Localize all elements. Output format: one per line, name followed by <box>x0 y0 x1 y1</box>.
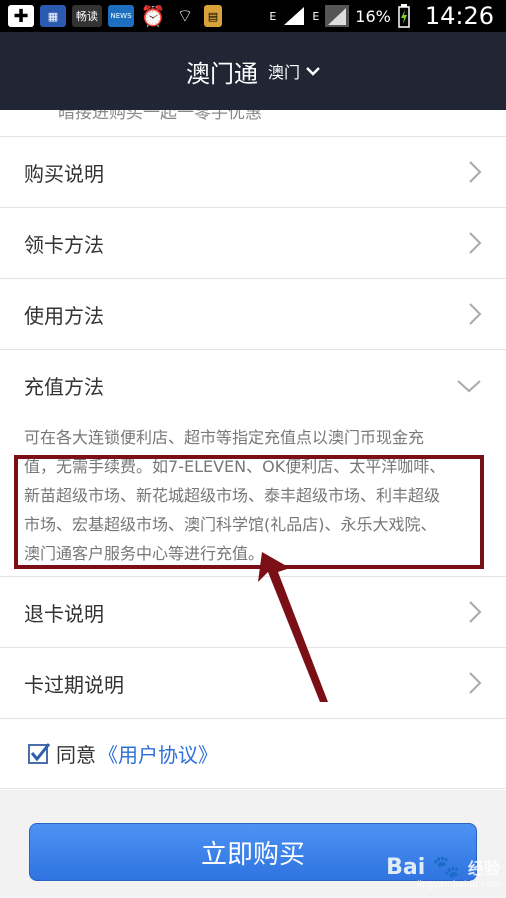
chevron-right-icon <box>469 303 482 325</box>
news-app-icon: NEWS <box>108 5 134 27</box>
page-title: 澳门通 <box>185 59 258 88</box>
row-usage[interactable]: 使用方法 <box>0 279 506 350</box>
row-label: 购买说明 <box>24 161 104 186</box>
status-bar: ✚ ▦ 畅读 NEWS ⏰ ⌔ ▤ E E 16% 14:26 <box>0 0 506 32</box>
partial-row-text: 暗接进购买一起一零手优惠 <box>58 110 262 123</box>
checkmark-icon <box>30 742 51 761</box>
watermark-brand: Bai <box>386 855 426 880</box>
watermark-url: jingyan.baidu.com <box>416 880 500 890</box>
row-label: 卡过期说明 <box>24 672 124 697</box>
chevron-right-icon <box>469 232 482 254</box>
recharge-description: 可在各大连锁便利店、超市等指定充值点以澳门币现金充 值，无需手续费。如7-ELE… <box>0 421 506 577</box>
signal-icon-1 <box>284 7 305 25</box>
network-type-2: E <box>312 9 320 23</box>
highlight-box <box>14 455 484 569</box>
battery-percent: 16% <box>355 6 391 26</box>
chevron-right-icon <box>469 601 482 623</box>
row-card-expiry[interactable]: 卡过期说明 <box>0 648 506 719</box>
row-label: 充值方法 <box>24 375 104 399</box>
row-recharge[interactable]: 充值方法 <box>0 350 506 421</box>
user-agreement-link[interactable]: 《用户协议》 <box>98 739 218 768</box>
chevron-right-icon <box>469 672 482 694</box>
wifi-icon: ⌔ <box>176 5 194 27</box>
agreement-row: 同意 《用户协议》 <box>0 719 506 789</box>
battery-charging-icon <box>398 4 410 28</box>
signal-icon-2 <box>325 5 350 27</box>
row-label: 退卡说明 <box>24 601 104 626</box>
chevron-down-icon <box>457 379 481 392</box>
network-type-1: E <box>269 9 277 23</box>
row-purchase-info[interactable]: 购买说明 <box>0 137 506 208</box>
content-list: 暗接进购买一起一零手优惠 购买说明 领卡方法 使用方法 充值方法 可在各大连锁便… <box>0 110 506 790</box>
grid-app-icon: ▦ <box>40 5 66 27</box>
changdu-app-icon: 畅读 <box>72 5 102 27</box>
title-bar: 澳门通 澳门 <box>0 32 506 110</box>
clock: 14:26 <box>424 2 494 30</box>
city-selector[interactable]: 澳门 <box>268 59 300 83</box>
row-card-return[interactable]: 退卡说明 <box>0 577 506 648</box>
paw-icon: 🐾 <box>432 855 461 880</box>
row-card-pickup[interactable]: 领卡方法 <box>0 208 506 279</box>
add-icon: ✚ <box>8 5 34 27</box>
row-label: 领卡方法 <box>24 232 104 257</box>
watermark-brand-suffix: 经验 <box>467 859 500 878</box>
desc-line: 可在各大连锁便利店、超市等指定充值点以澳门币现金充 <box>24 428 425 447</box>
row-label: 使用方法 <box>24 303 104 328</box>
agree-checkbox[interactable] <box>28 742 51 764</box>
watermark: Bai 🐾 经验 jingyan.baidu.com <box>386 855 500 890</box>
chevron-right-icon <box>469 161 482 183</box>
agree-label: 同意 <box>56 743 96 767</box>
partial-row: 暗接进购买一起一零手优惠 <box>0 110 506 137</box>
document-icon: ▤ <box>204 5 222 27</box>
alarm-icon: ⏰ <box>140 4 166 28</box>
chevron-down-icon[interactable] <box>306 66 320 76</box>
